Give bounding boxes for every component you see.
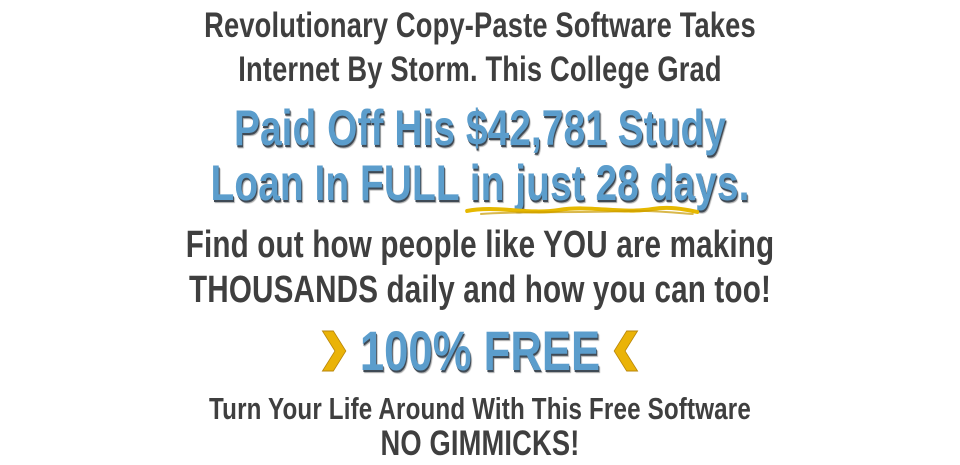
find-out-line-2: THOUSANDS daily and how you can too! [189, 269, 771, 311]
free-badge-label: 100% FREE [359, 319, 601, 382]
highlight-line-1: Paid Off His $42,781 Study [233, 100, 727, 156]
highlight-underlined-phrase: in just 28 days [465, 155, 739, 215]
headline-line-2: Internet By Storm. This College Grad [238, 50, 722, 89]
headline-line-1: Revolutionary Copy-Paste Software Takes [204, 6, 756, 45]
highlight-line-2-prefix: Loan In FULL [210, 155, 470, 211]
chevron-right-icon [321, 330, 347, 372]
highlight-line-2: Loan In FULL in just 28 days . [106, 155, 855, 215]
chevron-left-icon [613, 330, 639, 372]
advertorial-page: Revolutionary Copy-Paste Software Takes … [0, 0, 960, 465]
find-out-line-1: Find out how people like YOU are making [185, 224, 775, 266]
tagline-line-1: Turn Your Life Around With This Free Sof… [209, 391, 751, 426]
free-badge: 100% FREE [106, 318, 855, 384]
tagline-line-2: NO GIMMICKS! [380, 424, 580, 463]
yellow-underline-stroke [465, 205, 700, 215]
highlight-line-2-suffix: . [738, 155, 750, 211]
